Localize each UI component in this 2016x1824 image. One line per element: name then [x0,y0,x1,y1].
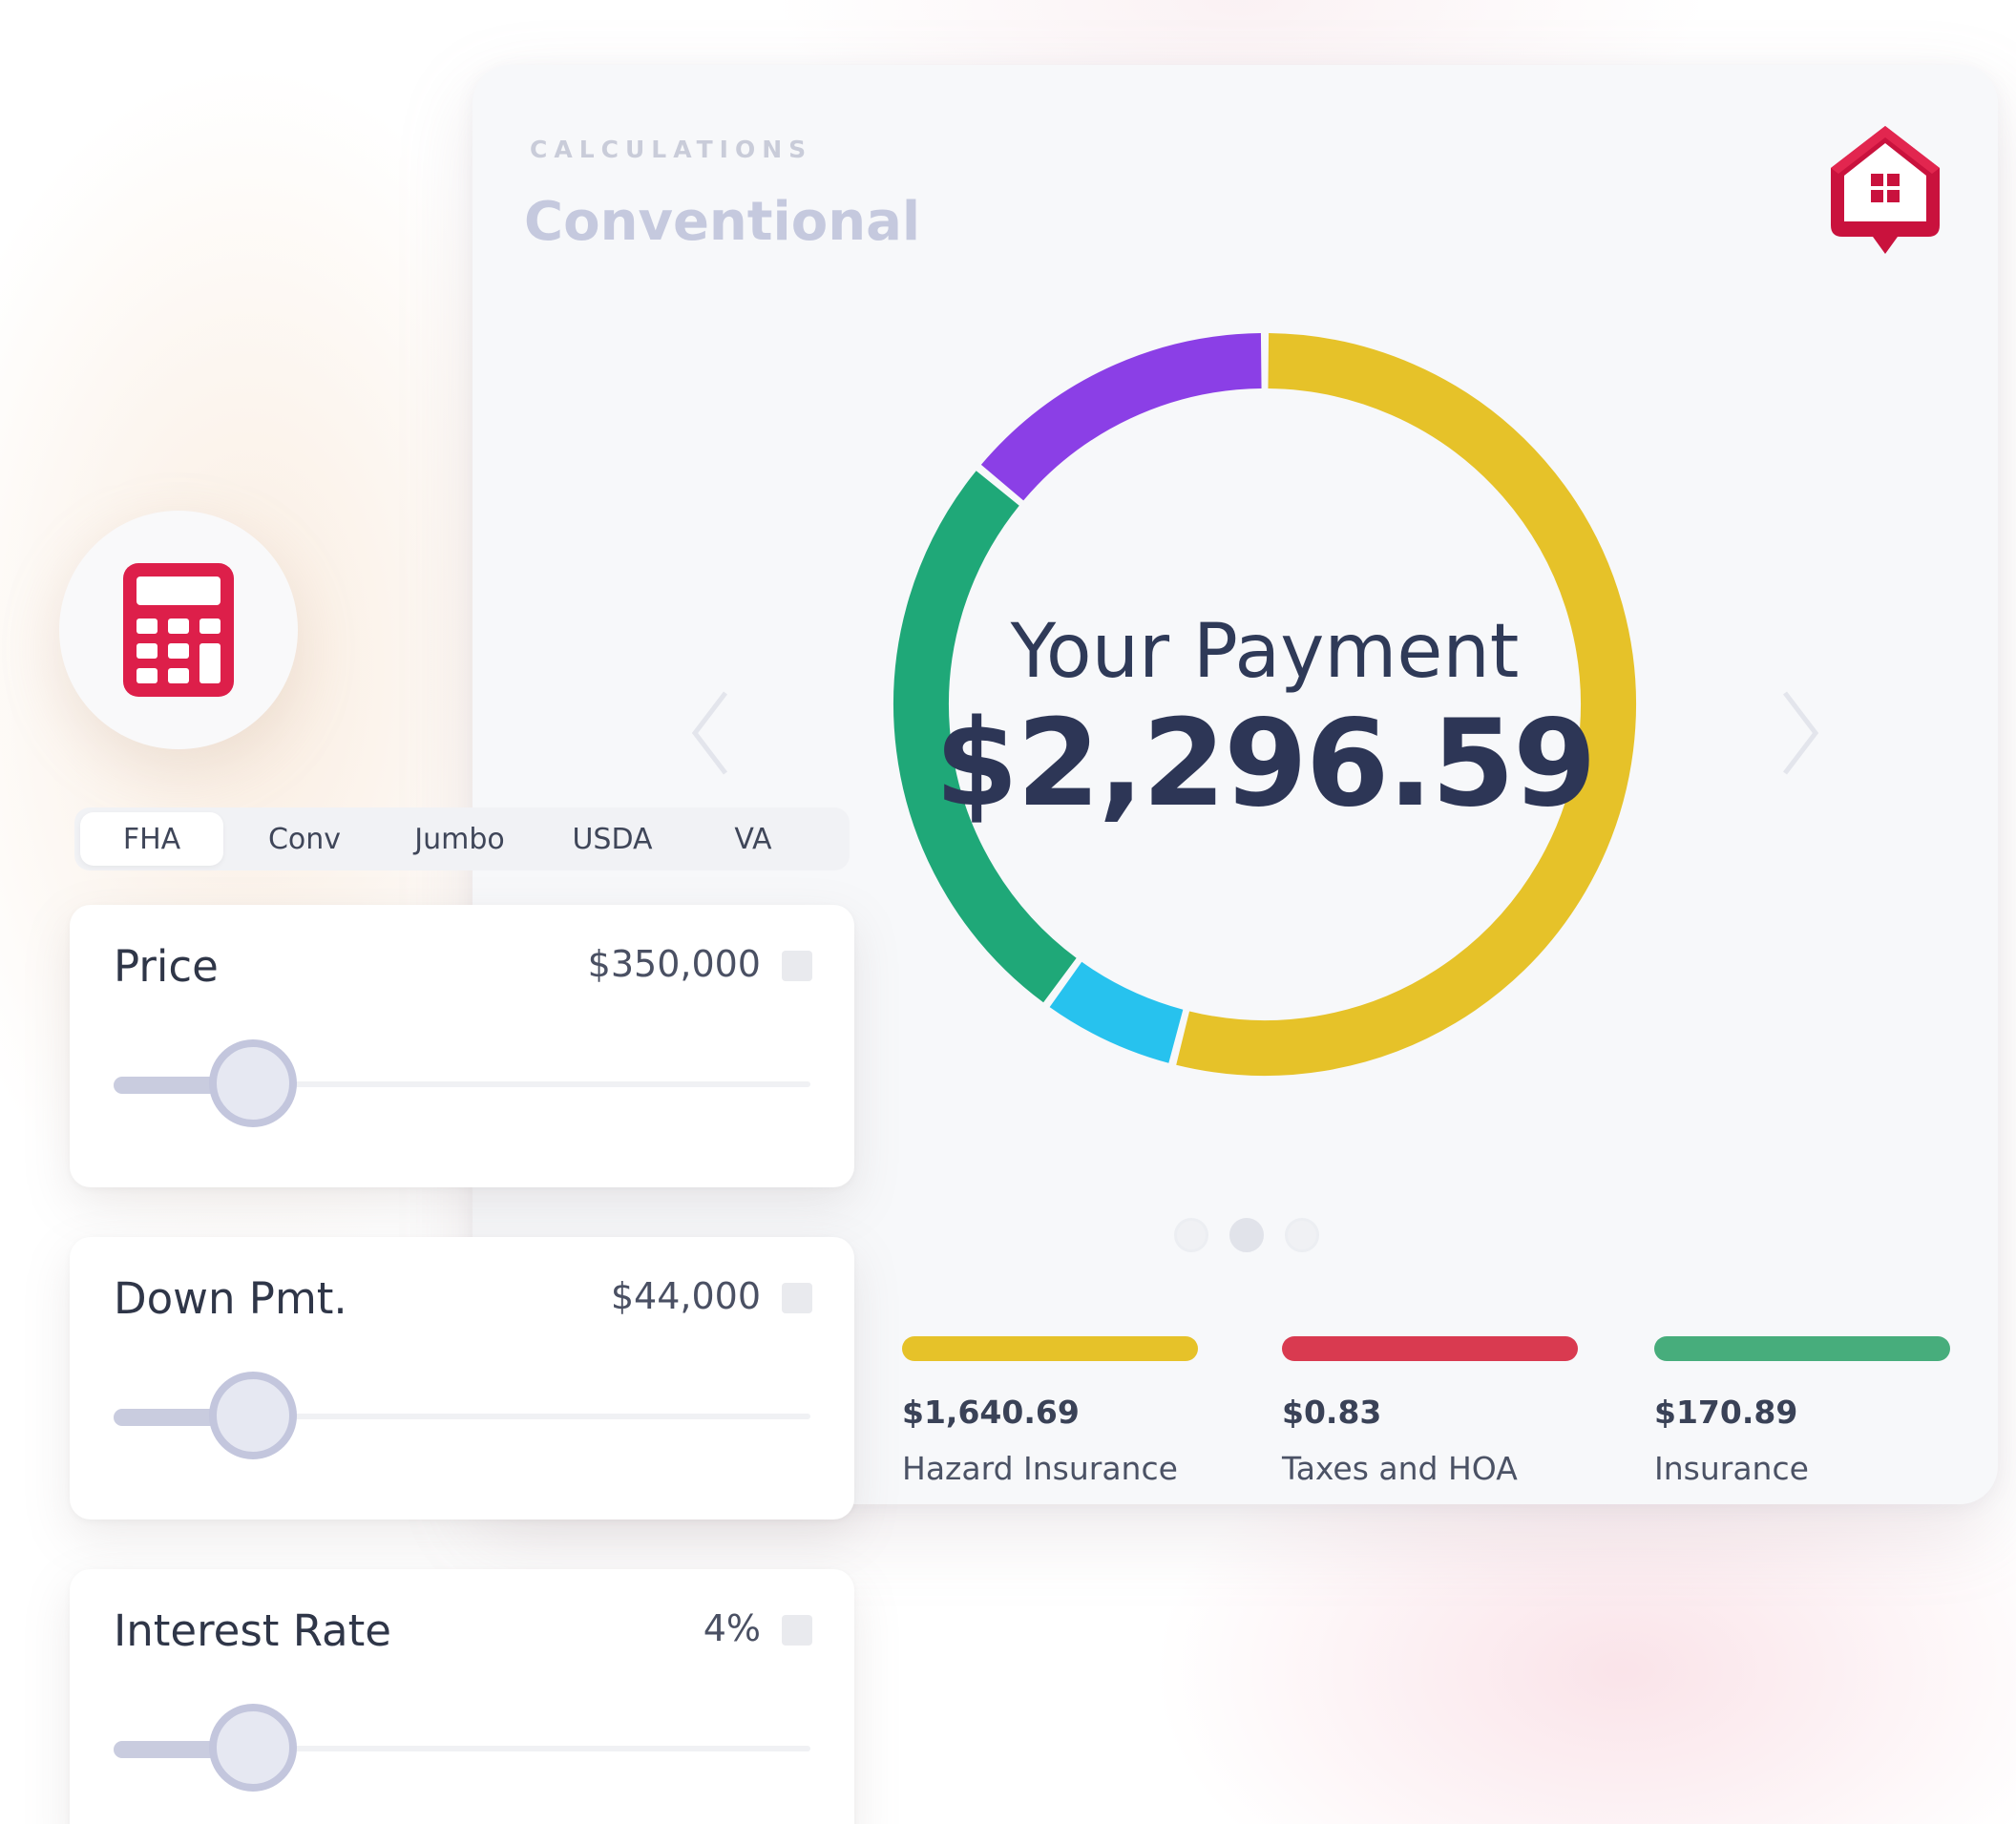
legend-color-bar [1654,1336,1950,1361]
carousel-dot[interactable] [1174,1218,1208,1252]
tab-conv[interactable]: Conv [223,812,386,866]
prev-arrow-icon[interactable] [687,685,735,781]
carousel-dot[interactable] [1285,1218,1319,1252]
slider-value: 4% [703,1607,761,1649]
house-pin-icon [1831,126,1940,254]
calculator-icon [123,563,234,697]
legend-item-hazard-insurance: $1,640.69 Hazard Insurance [902,1336,1198,1487]
legend-color-bar [902,1336,1198,1361]
legend-value: $0.83 [1282,1394,1382,1431]
legend-label: Hazard Insurance [902,1450,1178,1487]
slider-thumb[interactable] [209,1039,297,1127]
legend-item-taxes-hoa: $0.83 Taxes and HOA [1282,1336,1578,1487]
page-title: Conventional [524,191,921,253]
tab-fha[interactable]: FHA [80,812,223,866]
down-payment-slider-card: Down Pmt. $44,000 [70,1237,854,1520]
loan-type-tabs: FHA Conv Jumbo USDA VA [74,807,850,870]
slider-value: $44,000 [610,1275,761,1317]
price-slider-card: Price $350,000 [70,905,854,1187]
tab-usda[interactable]: USDA [534,812,691,866]
carousel-dots [1174,1218,1319,1252]
section-label: CALCULATIONS [530,136,813,163]
edit-icon[interactable] [782,951,812,981]
calculator-badge [59,511,298,749]
slider-thumb[interactable] [209,1704,297,1792]
payment-label: Your Payment [1010,609,1520,695]
legend-label: Taxes and HOA [1282,1450,1518,1487]
edit-icon[interactable] [782,1615,812,1646]
legend-value: $170.89 [1654,1394,1798,1431]
legend-label: Insurance [1654,1450,1809,1487]
slider-thumb[interactable] [209,1372,297,1459]
payment-amount: $2,296.59 [934,693,1596,833]
edit-icon[interactable] [782,1283,812,1313]
legend-value: $1,640.69 [902,1394,1080,1431]
tab-va[interactable]: VA [691,812,815,866]
donut-segment-3 [980,333,1262,501]
donut-segment-1 [1049,961,1184,1063]
tab-jumbo[interactable]: Jumbo [386,812,534,866]
slider-label: Down Pmt. [114,1273,347,1324]
slider-label: Price [114,941,219,992]
slider-value: $350,000 [587,943,761,985]
slider-label: Interest Rate [114,1605,391,1656]
legend-color-bar [1282,1336,1578,1361]
interest-rate-slider-card: Interest Rate 4% [70,1569,854,1824]
legend-item-insurance: $170.89 Insurance [1654,1336,1950,1487]
next-arrow-icon[interactable] [1775,685,1823,781]
carousel-dot-active[interactable] [1229,1218,1264,1252]
